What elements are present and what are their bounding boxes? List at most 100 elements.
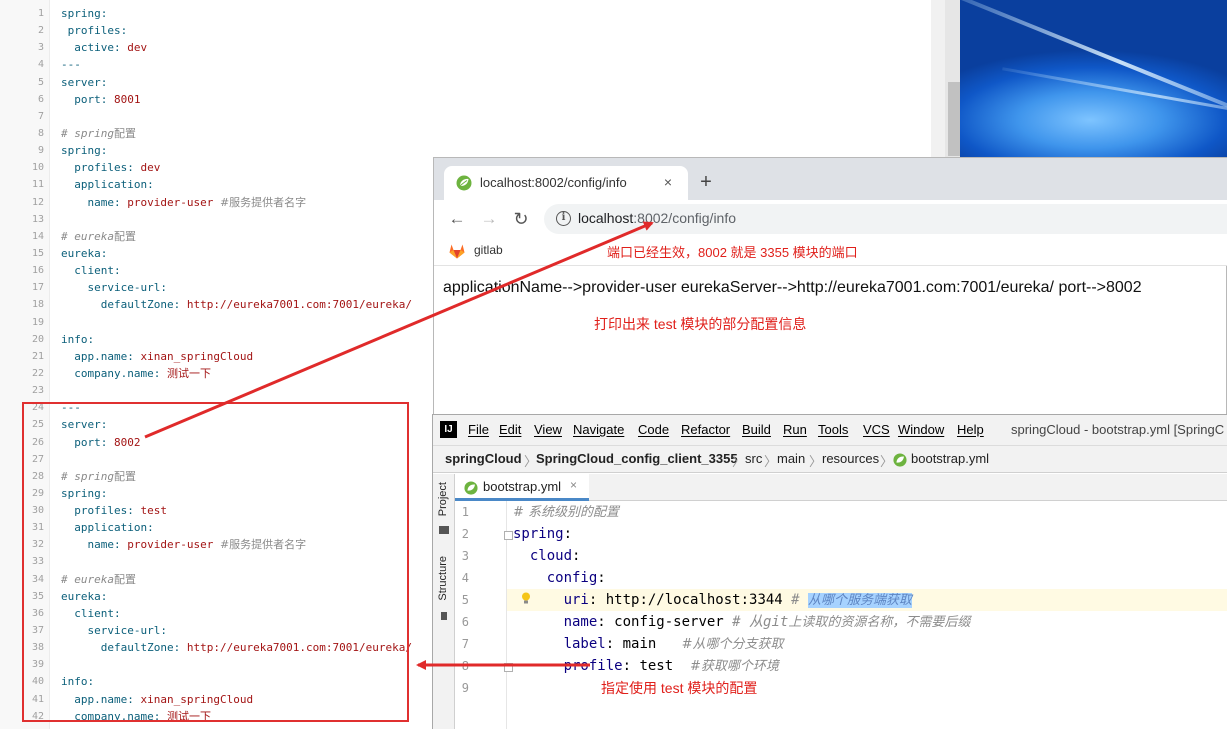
yaml-line-code: # spring配置 xyxy=(61,125,136,142)
crumb-project[interactable]: springCloud xyxy=(445,451,522,466)
yaml-line-code: server: xyxy=(61,74,107,91)
forward-arrow-icon[interactable]: → xyxy=(478,208,500,230)
crumb-separator: 〉 xyxy=(764,454,778,469)
ide-line-code: name: config-server # 从git上读取的资源名称，不需要后缀 xyxy=(564,611,971,634)
windows-desktop-wallpaper xyxy=(960,0,1227,160)
gitlab-icon[interactable] xyxy=(448,242,466,260)
yaml-line-number: 7 xyxy=(37,110,44,122)
file-tab-close-icon[interactable]: × xyxy=(570,478,577,492)
ide-breadcrumbs: springCloud 〉 SpringCloud_config_client_… xyxy=(433,445,1227,473)
menu-file[interactable]: File xyxy=(468,422,489,437)
ide-tool-sidebar: Project Structure xyxy=(433,474,455,729)
ide-token: spring xyxy=(513,526,564,542)
ide-code-line: 7 label: main #从哪个分支获取 xyxy=(455,633,1227,655)
yaml-line-number: 6 xyxy=(37,93,44,105)
menu-edit[interactable]: Edit xyxy=(499,422,521,437)
crumb-src[interactable]: src xyxy=(745,451,762,466)
ide-line-code: uri: http://localhost:3344 # 从哪个服务端获取 xyxy=(564,589,913,612)
folder-icon xyxy=(439,526,449,534)
ide-token: #从哪个分支获取 xyxy=(681,637,784,652)
structure-tool-tab[interactable]: Structure xyxy=(437,556,449,601)
selected-text: 从哪个服务端获取 xyxy=(808,593,913,608)
tab-close-icon[interactable]: × xyxy=(658,172,678,192)
yaml-line: 3 active: dev xyxy=(0,39,945,56)
file-tab-bootstrap[interactable]: bootstrap.yml × xyxy=(455,474,589,501)
browser-tabstrip: localhost:8002/config/info × + xyxy=(434,158,1227,200)
structure-icon xyxy=(441,612,447,620)
yaml-line: 7 xyxy=(0,108,945,125)
ide-line-code: spring: xyxy=(513,523,572,545)
menu-vcs[interactable]: VCS xyxy=(863,422,890,437)
yaml-line-code: application: xyxy=(61,176,154,193)
browser-tab[interactable]: localhost:8002/config/info × xyxy=(444,166,688,200)
new-tab-button[interactable]: + xyxy=(696,172,716,192)
menu-code[interactable]: Code xyxy=(638,422,669,437)
ide-code-line: 2 spring: xyxy=(455,523,1227,545)
ide-token: : test xyxy=(622,658,691,674)
crumb-separator: 〉 xyxy=(809,454,823,469)
ide-line-code: cloud: xyxy=(530,545,581,567)
yaml-token: application: xyxy=(61,178,154,192)
menu-build[interactable]: Build xyxy=(742,422,771,437)
ide-line-code: config: xyxy=(547,567,606,589)
menu-help[interactable]: Help xyxy=(957,422,984,437)
yaml-token: defaultZone: xyxy=(61,298,187,312)
yaml-scrollbar-thumb[interactable] xyxy=(948,82,960,156)
fold-marker-icon[interactable] xyxy=(504,663,513,672)
ide-token: # 系统级别的配置 xyxy=(513,505,620,520)
yaml-line: 4 --- xyxy=(0,56,945,73)
ide-token: #获取哪个环境 xyxy=(690,659,779,674)
yaml-line-code: eureka: xyxy=(61,245,107,262)
menu-refactor[interactable]: Refactor xyxy=(681,422,730,437)
yaml-line-number: 16 xyxy=(31,265,44,277)
menu-navigate[interactable]: Navigate xyxy=(573,422,624,437)
crumb-module[interactable]: SpringCloud_config_client_3355 xyxy=(536,451,738,466)
yaml-line-number: 17 xyxy=(31,282,44,294)
reload-icon[interactable]: ↻ xyxy=(510,208,532,230)
yaml-token: --- xyxy=(61,58,81,72)
yaml-line-code: info: xyxy=(61,331,94,348)
info-icon[interactable]: i xyxy=(556,211,571,226)
address-bar[interactable]: i localhost:8002/config/info xyxy=(544,204,1227,234)
screenshot-root: 1 spring: 2 profiles: 3 active: dev 4 --- 5 ser… xyxy=(0,0,1227,729)
yaml-line-code: spring: xyxy=(61,5,107,22)
yaml-line-number: 21 xyxy=(31,350,44,362)
ide-token: # xyxy=(791,592,809,608)
crumb-separator: 〉 xyxy=(732,454,746,469)
yaml-line-number: 23 xyxy=(31,385,44,397)
ide-line-number: 6 xyxy=(461,615,469,629)
lightbulb-icon[interactable] xyxy=(521,592,531,604)
ide-code-line: 8 profile: test #获取哪个环境 xyxy=(455,655,1227,677)
ide-line-number: 7 xyxy=(461,637,469,651)
yaml-line-code: name: provider-user #服务提供者名字 xyxy=(61,194,306,211)
yaml-line-number: 10 xyxy=(31,162,44,174)
config-info-output: applicationName-->provider-user eurekaSe… xyxy=(443,279,1142,296)
yaml-token: # spring xyxy=(61,126,114,140)
url-path: :8002/config/info xyxy=(633,210,737,226)
crumb-main[interactable]: main xyxy=(777,451,805,466)
bookmark-gitlab-label[interactable]: gitlab xyxy=(474,243,503,257)
project-tool-tab[interactable]: Project xyxy=(437,482,449,516)
yaml-line-number: 3 xyxy=(37,42,44,54)
menu-run[interactable]: Run xyxy=(783,422,807,437)
menu-window[interactable]: Window xyxy=(898,422,944,437)
yaml-line-number: 13 xyxy=(31,213,44,225)
yaml-token: profiles: xyxy=(61,161,141,175)
crumb-file[interactable]: bootstrap.yml xyxy=(911,451,989,466)
back-arrow-icon[interactable]: ← xyxy=(446,208,468,230)
ide-token: : xyxy=(572,548,581,564)
yaml-line-number: 14 xyxy=(31,230,44,242)
fold-marker-icon[interactable] xyxy=(504,531,513,540)
menu-tools[interactable]: Tools xyxy=(818,422,848,437)
yaml-line-code: --- xyxy=(61,56,81,73)
yaml-line-code: service-url: xyxy=(61,279,167,296)
ide-token: : xyxy=(597,570,606,586)
highlight-box xyxy=(22,402,409,722)
menu-view[interactable]: View xyxy=(534,422,562,437)
yaml-token: xinan_springCloud xyxy=(140,349,254,363)
yaml-token: service-url: xyxy=(61,281,167,295)
ide-line-number: 2 xyxy=(461,527,469,541)
ide-code-editor[interactable]: 1 # 系统级别的配置 2 spring: 3 cloud: 4 config: 5 uri: h… xyxy=(455,501,1227,729)
crumb-resources[interactable]: resources xyxy=(822,451,879,466)
spring-leaf-icon xyxy=(464,481,478,495)
